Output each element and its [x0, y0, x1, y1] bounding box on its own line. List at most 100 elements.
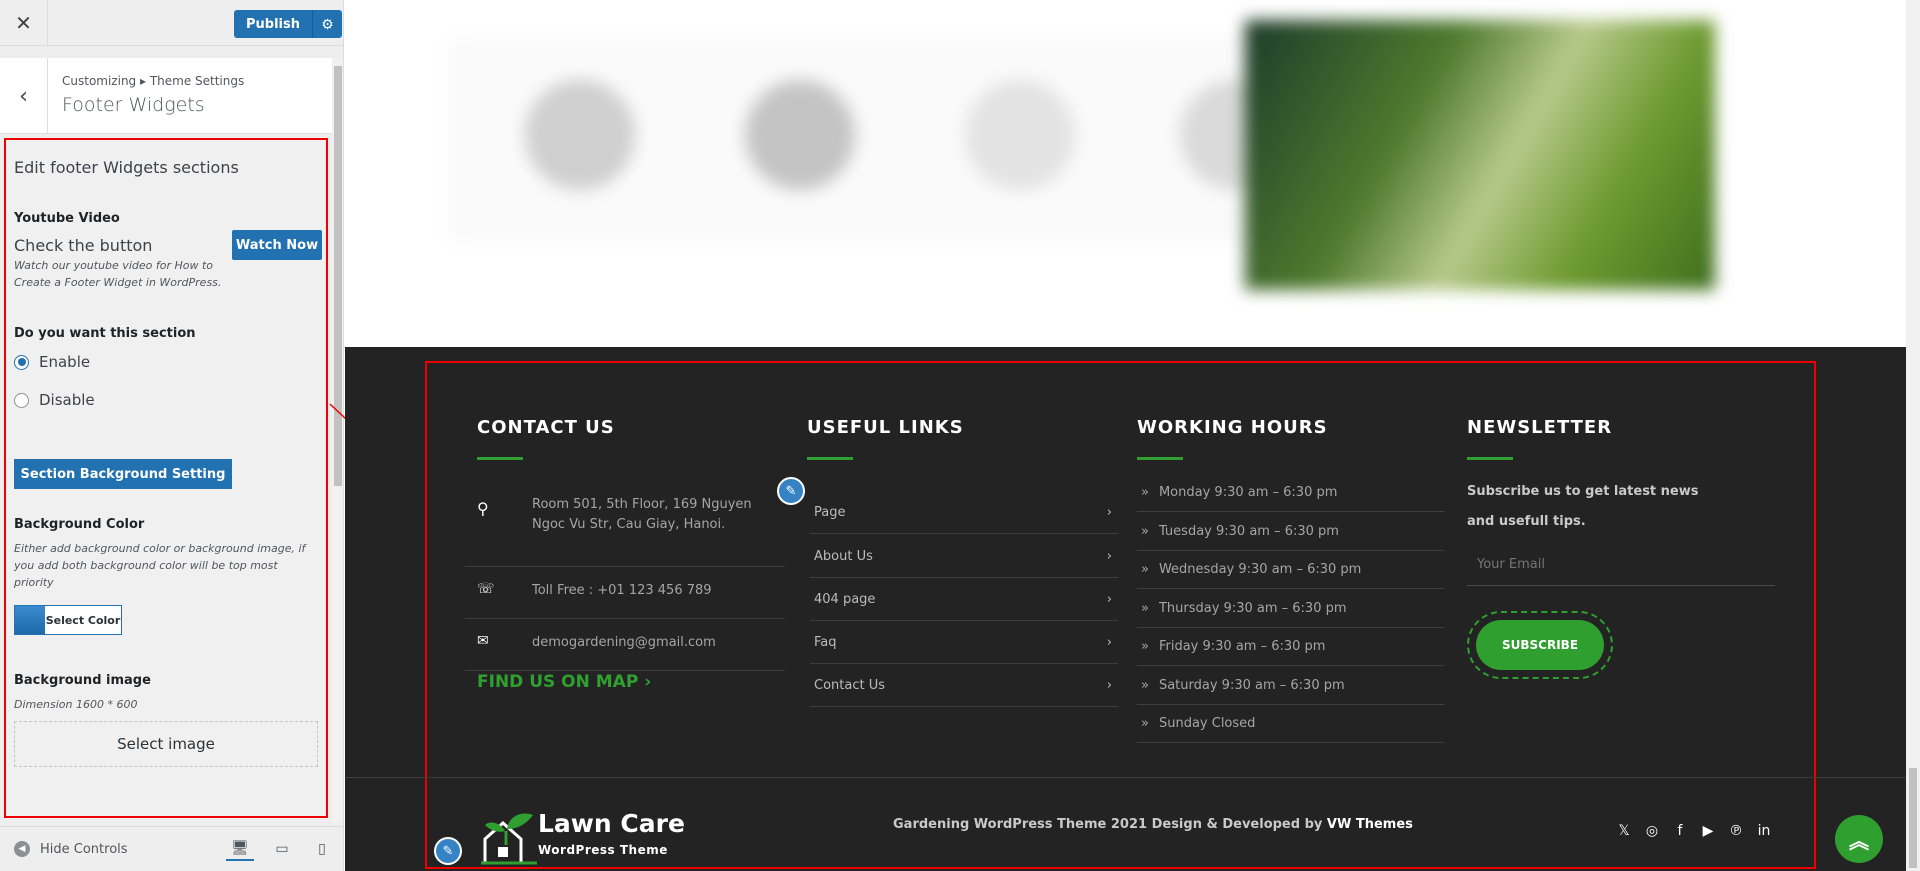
facebook-icon[interactable]: f [1669, 823, 1691, 839]
contact-address: Room 501, 5th Floor, 169 Nguyen Ngoc Vu … [532, 497, 752, 532]
edit-shortcut-pencil-icon[interactable]: ✎ [777, 477, 805, 505]
back-button[interactable]: ‹ [0, 58, 48, 134]
footer-link-label: About Us [814, 548, 873, 564]
blurred-icon [965, 80, 1075, 190]
copyright-text: Gardening WordPress Theme 2021 Design & … [893, 817, 1323, 832]
close-icon: ✕ [15, 11, 32, 35]
desktop-preview-icon[interactable]: 🖥 [226, 837, 254, 861]
customizer-topbar: ✕ Publish ⚙ [0, 0, 343, 46]
disable-label: Disable [39, 391, 95, 409]
mobile-preview-icon[interactable]: ▯ [308, 837, 336, 861]
chevron-right-icon: › [1106, 677, 1112, 693]
close-customizer-button[interactable]: ✕ [0, 0, 48, 46]
publish-group: Publish ⚙ [234, 10, 342, 38]
chevron-right-icon: › [1106, 634, 1112, 650]
links-title: USEFUL LINKS [807, 417, 964, 438]
social-links: 𝕏 ◎ f ▶ ℗ in [1613, 823, 1775, 839]
preview-scrollbar[interactable] [1906, 0, 1920, 871]
hours-text: Thursday 9:30 am – 6:30 pm [1158, 601, 1347, 616]
customizer-footer-bar: ◀ Hide Controls 🖥 ▭ ▯ [0, 826, 343, 871]
watch-now-button[interactable]: Watch Now [232, 230, 322, 260]
chevron-right-icon: › [644, 672, 652, 692]
footer-link-label: 404 page [814, 591, 876, 607]
hide-controls-button[interactable]: ◀ Hide Controls [14, 841, 128, 857]
contact-address-row: ⚲ Room 501, 5th Floor, 169 Nguyen Ngoc V… [465, 495, 785, 567]
hours-text: Wednesday 9:30 am – 6:30 pm [1158, 562, 1362, 577]
publish-button[interactable]: Publish [234, 10, 312, 38]
subscribe-outline: SUBSCRIBE [1467, 611, 1613, 679]
logo-name: Lawn Care [538, 809, 685, 838]
section-title: Footer Widgets [62, 94, 205, 116]
contact-email-row: ✉ demogardening@gmail.com [465, 621, 785, 671]
footer-link[interactable]: Contact Us › [810, 664, 1118, 707]
enable-option[interactable]: Enable [14, 353, 318, 371]
background-color-label: Background Color [14, 517, 145, 532]
publish-settings-button[interactable]: ⚙ [312, 10, 342, 38]
hours-text: Tuesday 9:30 am – 6:30 pm [1158, 524, 1339, 539]
edit-shortcut-pencil-icon[interactable]: ✎ [434, 837, 462, 865]
color-swatch [15, 606, 45, 634]
double-chevron-icon: » [1141, 716, 1149, 731]
contact-phone-row: ☏ Toll Free : +01 123 456 789 [465, 569, 785, 619]
hide-controls-label: Hide Controls [40, 841, 128, 857]
footer-widgets-panel: Edit footer Widgets sections Youtube Vid… [4, 138, 328, 818]
map-link-label: FIND US ON MAP [477, 672, 639, 692]
double-chevron-icon: » [1141, 678, 1149, 693]
phone-icon: ☏ [477, 581, 495, 597]
hours-row: » Sunday Closed [1137, 705, 1445, 743]
double-chevron-icon: » [1141, 639, 1149, 654]
hours-text: Sunday Closed [1158, 716, 1256, 731]
select-color-label: Select Color [45, 613, 121, 627]
hours-row: » Friday 9:30 am – 6:30 pm [1137, 628, 1445, 666]
newsletter-text: Subscribe us to get latest news and usef… [1467, 484, 1699, 529]
find-us-on-map-link[interactable]: FIND US ON MAP › [477, 672, 651, 692]
youtube-icon[interactable]: ▶ [1697, 823, 1719, 839]
enable-radio[interactable] [14, 354, 29, 370]
mail-icon: ✉ [477, 633, 489, 649]
enable-label: Enable [39, 353, 91, 371]
hours-row: » Wednesday 9:30 am – 6:30 pm [1137, 551, 1445, 589]
title-underline [477, 457, 523, 460]
select-image-button[interactable]: Select image [14, 721, 318, 767]
contact-phone: Toll Free : +01 123 456 789 [532, 583, 712, 598]
chevron-right-icon: › [1106, 504, 1112, 520]
tablet-preview-icon[interactable]: ▭ [268, 837, 296, 861]
hours-row: » Thursday 9:30 am – 6:30 pm [1137, 590, 1445, 628]
newsletter-email-input[interactable] [1467, 544, 1775, 586]
hours-row: » Monday 9:30 am – 6:30 pm [1137, 474, 1445, 512]
hours-row: » Saturday 9:30 am – 6:30 pm [1137, 667, 1445, 705]
hours-text: Saturday 9:30 am – 6:30 pm [1158, 678, 1345, 693]
scrollbar-thumb[interactable] [1909, 768, 1917, 868]
gear-icon: ⚙ [321, 15, 334, 32]
copyright-brand-link[interactable]: VW Themes [1327, 817, 1413, 832]
section-header: ‹ Customizing ▸ Theme Settings Footer Wi… [0, 58, 332, 134]
want-section-label: Do you want this section [14, 326, 196, 341]
contact-email[interactable]: demogardening@gmail.com [532, 635, 716, 650]
double-chevron-icon: » [1141, 524, 1149, 539]
footer-link[interactable]: Faq › [810, 621, 1118, 664]
title-underline [807, 457, 853, 460]
footer-divider [345, 777, 1920, 778]
site-footer: CONTACT US ⚲ Room 501, 5th Floor, 169 Ng… [345, 347, 1920, 871]
twitter-icon[interactable]: 𝕏 [1613, 823, 1635, 839]
chevron-left-icon: ‹ [19, 83, 28, 109]
hours-text: Friday 9:30 am – 6:30 pm [1158, 639, 1326, 654]
instagram-icon[interactable]: ◎ [1641, 823, 1663, 839]
hours-title: WORKING HOURS [1137, 417, 1328, 438]
footer-link[interactable]: 404 page › [810, 578, 1118, 621]
footer-link[interactable]: Page › [810, 491, 1118, 534]
footer-link-label: Faq [814, 634, 837, 650]
disable-radio[interactable] [14, 392, 29, 408]
linkedin-icon[interactable]: in [1753, 823, 1775, 839]
disable-option[interactable]: Disable [14, 391, 318, 409]
pinterest-icon[interactable]: ℗ [1725, 823, 1747, 839]
location-icon: ⚲ [477, 499, 489, 518]
section-background-setting-button[interactable]: Section Background Setting [14, 459, 232, 489]
youtube-description: Watch our youtube video for How to Creat… [14, 259, 222, 289]
newsletter-title: NEWSLETTER [1467, 417, 1613, 438]
subscribe-button[interactable]: SUBSCRIBE [1476, 620, 1604, 670]
select-color-button[interactable]: Select Color [14, 605, 122, 635]
footer-link[interactable]: About Us › [810, 535, 1118, 578]
back-to-top-button[interactable]: ︽ [1835, 815, 1883, 863]
customizer-sidebar: ✕ Publish ⚙ ‹ Customizing ▸ Theme Settin… [0, 0, 344, 871]
